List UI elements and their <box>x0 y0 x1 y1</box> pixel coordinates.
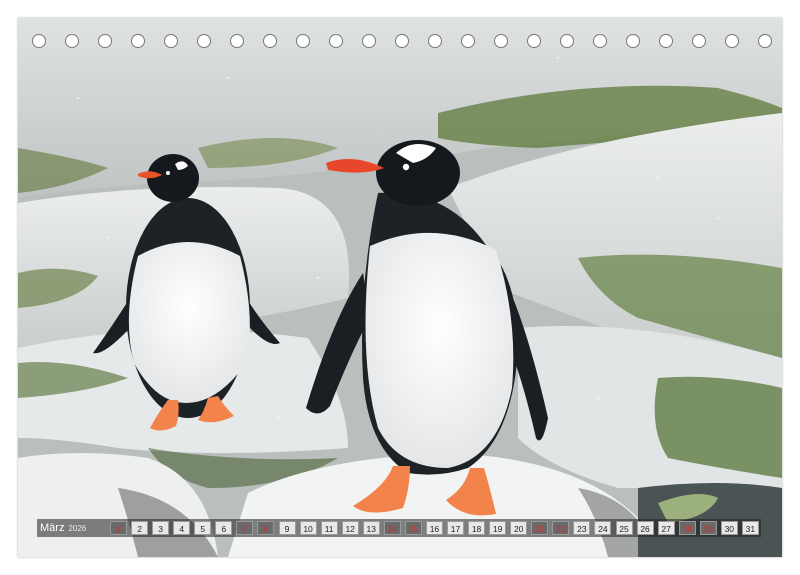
binding-hole <box>428 34 442 48</box>
binding-hole <box>230 34 244 48</box>
binding-hole <box>659 34 673 48</box>
day-cell: 4 <box>173 521 191 535</box>
binding-hole <box>164 34 178 48</box>
day-cell: 21 <box>531 521 549 535</box>
day-cell: 16 <box>425 521 443 535</box>
binding-hole <box>593 34 607 48</box>
day-cell: 25 <box>615 521 633 535</box>
binding-hole <box>461 34 475 48</box>
year-label: 2026 <box>68 524 87 533</box>
day-cell: 26 <box>636 521 654 535</box>
day-cell: 9 <box>278 521 296 535</box>
day-cell: 8 <box>257 521 275 535</box>
binding-hole <box>725 34 739 48</box>
day-cell: 17 <box>447 521 464 535</box>
binding-holes <box>32 34 772 50</box>
day-cell: 24 <box>594 521 612 535</box>
day-cell: 29 <box>699 521 717 535</box>
binding-hole <box>626 34 640 48</box>
binding-hole <box>98 34 112 48</box>
day-cell: 22 <box>552 521 570 535</box>
day-cell: 30 <box>720 521 738 535</box>
day-cell: 13 <box>362 521 380 535</box>
binding-hole <box>758 34 772 48</box>
binding-hole <box>197 34 211 48</box>
day-cell: 20 <box>510 521 528 535</box>
day-cell: 1 <box>110 521 127 535</box>
month-name: März <box>40 522 65 534</box>
calendar-bar: März 2026 1 2 3 4 5 6 7 8 9 10 11 12 13 14 15 16 17 18 19 2… <box>37 519 761 537</box>
binding-hole <box>263 34 277 48</box>
day-strip: 1 2 3 4 5 6 7 8 9 10 11 12 13 14 15 16 17 18 19 20 21 22 23 24 2… <box>110 521 761 535</box>
day-cell: 5 <box>194 521 212 535</box>
binding-hole <box>560 34 574 48</box>
binding-hole <box>527 34 541 48</box>
binding-hole <box>692 34 706 48</box>
day-cell: 18 <box>468 521 486 535</box>
penguin-photo <box>18 18 782 557</box>
calendar-page: März 2026 1 2 3 4 5 6 7 8 9 10 11 12 13 14 15 16 17 18 19 2… <box>18 18 782 557</box>
day-cell: 7 <box>236 521 254 535</box>
day-cell: 10 <box>299 521 317 535</box>
day-cell: 23 <box>573 521 591 535</box>
day-cell: 15 <box>404 521 422 535</box>
day-cell: 2 <box>131 521 149 535</box>
day-cell: 27 <box>657 521 675 535</box>
binding-hole <box>329 34 343 48</box>
binding-hole <box>296 34 310 48</box>
day-cell: 6 <box>215 521 233 535</box>
binding-hole <box>131 34 145 48</box>
day-cell: 11 <box>320 521 338 535</box>
month-label: März 2026 <box>37 522 110 534</box>
binding-hole <box>65 34 79 48</box>
day-cell: 28 <box>678 521 696 535</box>
binding-hole <box>494 34 508 48</box>
day-cell: 12 <box>341 521 359 535</box>
day-cell: 3 <box>152 521 170 535</box>
day-cell: 31 <box>741 521 759 535</box>
binding-hole <box>32 34 46 48</box>
day-cell: 19 <box>489 521 507 535</box>
binding-hole <box>395 34 409 48</box>
binding-hole <box>362 34 376 48</box>
day-cell: 14 <box>383 521 401 535</box>
